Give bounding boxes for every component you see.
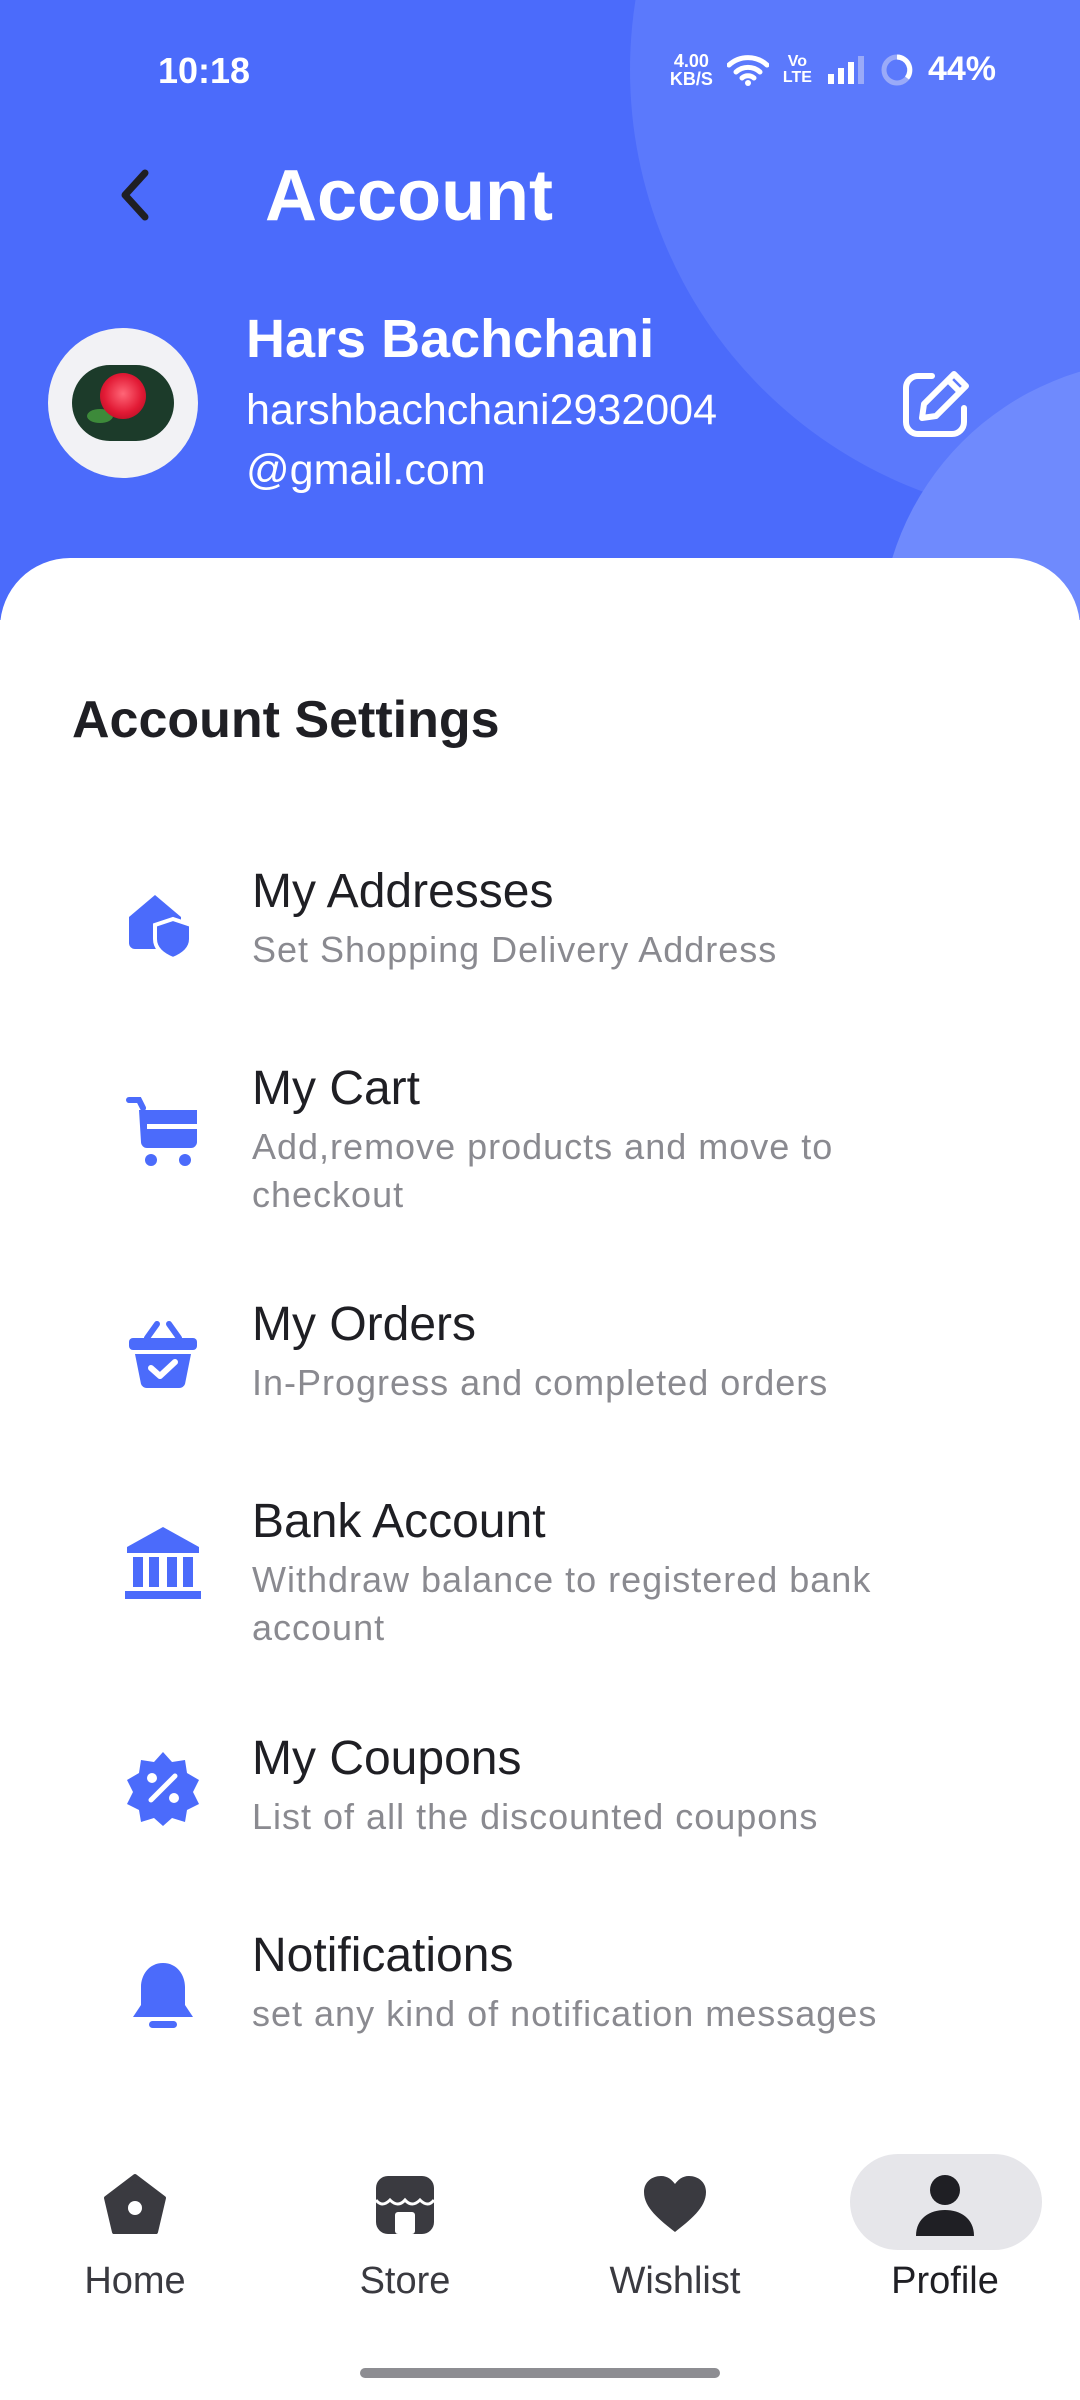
basket-check-icon — [118, 1309, 208, 1399]
settings-item-subtitle: Add,remove products and move to checkout — [252, 1126, 834, 1215]
heart-icon — [644, 2176, 706, 2232]
user-email: harshbachchani2932004 @gmail.com — [246, 380, 806, 500]
home-shield-icon — [118, 878, 208, 968]
settings-sheet — [0, 558, 1080, 2400]
signal-icon — [827, 55, 864, 84]
cart-icon — [118, 1085, 208, 1175]
nav-label: Profile — [891, 2260, 999, 2302]
settings-item-subtitle: List of all the discounted coupons — [252, 1796, 819, 1837]
edit-icon — [903, 371, 969, 437]
network-speed: 4.00 KB/S — [670, 52, 713, 88]
bank-icon — [118, 1518, 208, 1608]
nav-item-wishlist[interactable]: Wishlist — [575, 2140, 775, 2320]
wifi-icon — [726, 54, 769, 86]
nav-item-home[interactable]: Home — [35, 2140, 235, 2320]
home-icon — [104, 2174, 166, 2234]
battery-icon — [881, 54, 913, 85]
settings-item-title: My Cart — [252, 1062, 420, 1115]
profile-icon — [916, 2175, 974, 2236]
volte-top: Vo — [787, 52, 808, 70]
avatar-photo — [72, 365, 174, 441]
flower — [100, 373, 146, 419]
edit-profile-button[interactable] — [898, 368, 972, 442]
bell-icon — [118, 1952, 208, 2042]
account-header: 10:18 4.00 KB/S Vo LTE 44% Account Hars … — [0, 0, 1080, 620]
settings-item-title: Bank Account — [252, 1495, 546, 1548]
network-speed-value: 4.00 — [673, 50, 709, 71]
user-email-line2: @gmail.com — [246, 446, 486, 494]
settings-item-title: My Orders — [252, 1298, 477, 1351]
nav-item-store[interactable]: Store — [305, 2140, 505, 2320]
settings-item-title: Notifications — [252, 1929, 514, 1982]
user-name: Hars Bachchani — [246, 309, 655, 369]
store-icon — [374, 2176, 436, 2234]
nav-label: Store — [359, 2260, 451, 2302]
nav-label: Home — [84, 2260, 186, 2302]
battery-percent: 44% — [927, 50, 996, 88]
network-speed-unit: KB/S — [669, 68, 713, 89]
section-title: Account Settings — [72, 691, 500, 749]
settings-item-title: My Coupons — [252, 1732, 522, 1785]
settings-item-subtitle: In-Progress and completed orders — [252, 1362, 829, 1403]
settings-item-title: My Addresses — [252, 865, 554, 918]
nav-item-profile[interactable]: Profile — [845, 2140, 1045, 2320]
status-time: 10:18 — [158, 50, 251, 91]
bottom-navigation: Home Store Wishlist Profile — [0, 2140, 1080, 2340]
page-title: Account — [265, 156, 553, 236]
avatar[interactable] — [48, 328, 198, 478]
volte-indicator: Vo LTE — [782, 52, 812, 86]
back-button[interactable] — [100, 160, 170, 230]
settings-item-subtitle: Set Shopping Delivery Address — [252, 929, 778, 970]
gesture-bar[interactable] — [360, 2368, 720, 2378]
status-icons: 4.00 KB/S Vo LTE 44% — [670, 50, 996, 89]
discount-badge-icon — [118, 1743, 208, 1833]
nav-label: Wishlist — [609, 2260, 741, 2302]
volte-bottom: LTE — [782, 68, 812, 86]
settings-item-subtitle: Withdraw balance to registered bank acco… — [252, 1559, 872, 1648]
status-bar: 10:18 4.00 KB/S Vo LTE 44% — [0, 40, 1080, 110]
settings-item-subtitle: set any kind of notification messages — [252, 1993, 878, 2034]
user-email-line1: harshbachchani2932004 — [246, 386, 718, 434]
chevron-left-icon — [121, 169, 149, 221]
